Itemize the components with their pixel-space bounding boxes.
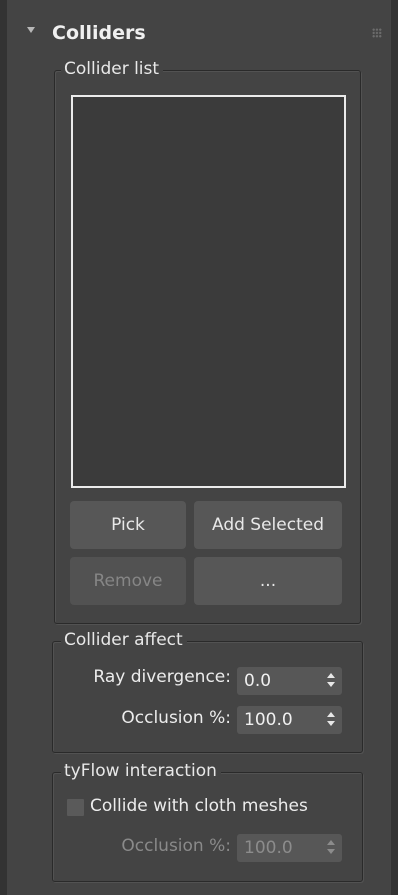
occlusion-value[interactable]: 100.0 — [244, 710, 293, 730]
spinner-down-icon[interactable] — [327, 849, 335, 854]
collider-listbox[interactable] — [71, 95, 346, 488]
collide-cloth-label[interactable]: Collide with cloth meshes — [90, 796, 308, 816]
command-panel: Colliders Collider list Pick Add Selecte… — [0, 0, 398, 895]
collide-cloth-checkbox[interactable] — [67, 799, 84, 816]
rollout-title[interactable]: Colliders — [52, 22, 146, 44]
add-selected-button[interactable]: Add Selected — [194, 501, 342, 549]
collapse-arrow-icon[interactable] — [27, 27, 35, 33]
ray-divergence-value[interactable]: 0.0 — [244, 671, 271, 691]
collider-list-group-label: Collider list — [61, 59, 164, 79]
colliders-rollout: Colliders Collider list Pick Add Selecte… — [14, 14, 384, 895]
panel-left-edge — [0, 0, 7, 895]
more-options-button[interactable]: ... — [194, 557, 342, 605]
occlusion-spinner-arrows-icon[interactable] — [327, 712, 335, 728]
spinner-up-icon[interactable] — [327, 712, 335, 717]
spinner-up-icon[interactable] — [327, 673, 335, 678]
ray-divergence-label: Ray divergence: — [93, 667, 231, 687]
pick-button[interactable]: Pick — [70, 501, 186, 549]
spinner-down-icon[interactable] — [327, 721, 335, 726]
occlusion-spinner[interactable]: 100.0 — [237, 706, 342, 734]
collider-affect-group-label: Collider affect — [61, 630, 187, 650]
spinner-down-icon[interactable] — [327, 682, 335, 687]
collider-affect-group: Collider affect Ray divergence: 0.0 Occl… — [52, 630, 363, 753]
rollout-header[interactable]: Colliders — [14, 14, 384, 48]
ray-divergence-spinner[interactable]: 0.0 — [237, 667, 342, 695]
drag-grip-icon[interactable] — [372, 28, 382, 38]
tyflow-occlusion-value[interactable]: 100.0 — [244, 838, 293, 858]
spinner-up-icon[interactable] — [327, 840, 335, 845]
tyflow-occlusion-spinner-arrows-icon[interactable] — [327, 840, 335, 856]
panel-right-edge — [391, 0, 398, 895]
collider-list-group: Collider list Pick Add Selected Remove .… — [54, 59, 361, 624]
tyflow-interaction-group: tyFlow interaction Collide with cloth me… — [52, 761, 363, 882]
remove-button[interactable]: Remove — [70, 557, 186, 605]
tyflow-interaction-group-label: tyFlow interaction — [61, 761, 221, 781]
ray-divergence-spinner-arrows-icon[interactable] — [327, 673, 335, 689]
tyflow-occlusion-label: Occlusion %: — [121, 836, 231, 856]
occlusion-label: Occlusion %: — [121, 708, 231, 728]
tyflow-occlusion-spinner[interactable]: 100.0 — [237, 834, 342, 862]
